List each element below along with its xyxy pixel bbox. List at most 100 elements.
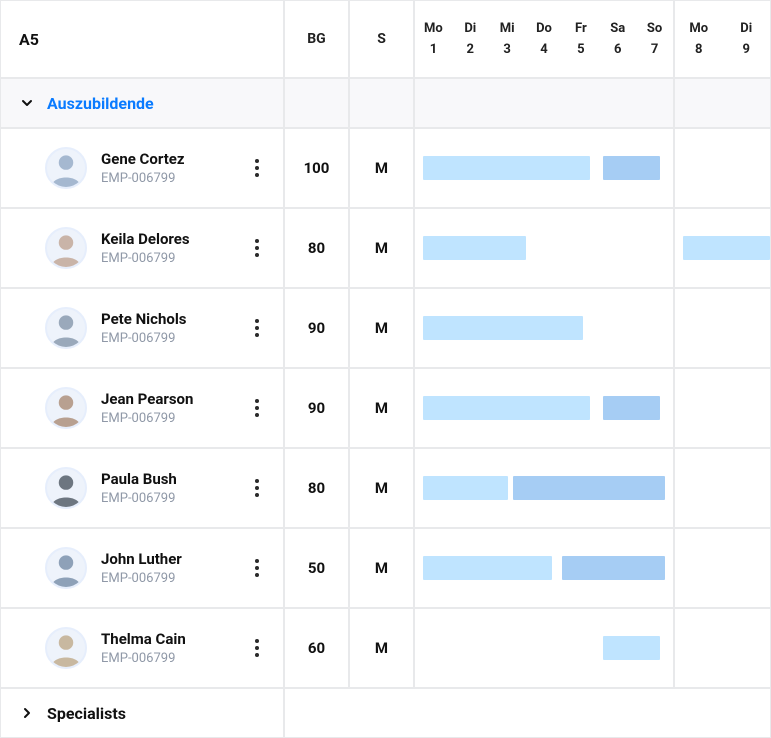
employee-name: Pete Nichols bbox=[101, 310, 231, 328]
group-title: Auszubildende bbox=[47, 94, 154, 113]
schedule-bar[interactable] bbox=[513, 476, 665, 500]
group-spacer bbox=[414, 78, 674, 128]
more-icon[interactable] bbox=[245, 393, 269, 423]
group-header-auszubildende[interactable]: Auszubildende bbox=[0, 78, 284, 128]
timeline-week1[interactable] bbox=[414, 368, 674, 448]
timeline-week1[interactable] bbox=[414, 288, 674, 368]
timeline-week2[interactable] bbox=[674, 448, 771, 528]
header-corner: A5 bbox=[0, 0, 284, 78]
more-icon[interactable] bbox=[245, 313, 269, 343]
group-spacer bbox=[674, 78, 771, 128]
employee-name: Keila Delores bbox=[101, 230, 231, 248]
header-week2: Mo8 Di9 bbox=[674, 0, 771, 78]
employee-cell: John Luther EMP-006799 bbox=[0, 528, 284, 608]
employee-cell: Pete Nichols EMP-006799 bbox=[0, 288, 284, 368]
group-spacer bbox=[284, 78, 349, 128]
employee-id: EMP-006799 bbox=[101, 571, 231, 586]
employee-id: EMP-006799 bbox=[101, 491, 231, 506]
timeline-week1[interactable] bbox=[414, 608, 674, 688]
day-col: Mi3 bbox=[489, 1, 526, 77]
employee-name: Gene Cortez bbox=[101, 150, 231, 168]
more-icon[interactable] bbox=[245, 473, 269, 503]
schedule-bar[interactable] bbox=[603, 156, 660, 180]
timeline-week1[interactable] bbox=[414, 128, 674, 208]
more-icon[interactable] bbox=[245, 233, 269, 263]
bg-cell: 60 bbox=[284, 608, 349, 688]
day-col: Do4 bbox=[526, 1, 563, 77]
day-col: Fr5 bbox=[562, 1, 599, 77]
employee-id: EMP-006799 bbox=[101, 651, 231, 666]
s-cell: M bbox=[349, 368, 414, 448]
page-title: A5 bbox=[19, 30, 39, 49]
schedule-bar[interactable] bbox=[603, 636, 660, 660]
group-spacer bbox=[349, 78, 414, 128]
employee-cell: Keila Delores EMP-006799 bbox=[0, 208, 284, 288]
employee-cell: Thelma Cain EMP-006799 bbox=[0, 608, 284, 688]
group-header-specialists[interactable]: Specialists bbox=[0, 688, 284, 738]
bg-cell: 100 bbox=[284, 128, 349, 208]
timeline-week1[interactable] bbox=[414, 528, 674, 608]
more-icon[interactable] bbox=[245, 153, 269, 183]
employee-cell: Gene Cortez EMP-006799 bbox=[0, 128, 284, 208]
timeline-week1[interactable] bbox=[414, 448, 674, 528]
employee-id: EMP-006799 bbox=[101, 411, 231, 426]
more-icon[interactable] bbox=[245, 553, 269, 583]
timeline-week2[interactable] bbox=[674, 608, 771, 688]
schedule-bar[interactable] bbox=[683, 236, 770, 260]
day-col: Mo8 bbox=[675, 1, 723, 77]
avatar bbox=[45, 147, 87, 189]
avatar bbox=[45, 467, 87, 509]
day-col: Di2 bbox=[452, 1, 489, 77]
bg-cell: 90 bbox=[284, 368, 349, 448]
chevron-down-icon bbox=[21, 97, 33, 109]
timeline-week2[interactable] bbox=[674, 128, 771, 208]
avatar bbox=[45, 387, 87, 429]
employee-name: Jean Pearson bbox=[101, 390, 231, 408]
employee-name: Paula Bush bbox=[101, 470, 231, 488]
schedule-grid: A5 BG S Mo1 Di2 Mi3 Do4 Fr5 Sa6 So7 Mo8 … bbox=[0, 0, 771, 738]
s-cell: M bbox=[349, 208, 414, 288]
employee-name: John Luther bbox=[101, 550, 231, 568]
more-icon[interactable] bbox=[245, 633, 269, 663]
timeline-week2[interactable] bbox=[674, 368, 771, 448]
s-cell: M bbox=[349, 288, 414, 368]
employee-name: Thelma Cain bbox=[101, 630, 231, 648]
schedule-bar[interactable] bbox=[562, 556, 665, 580]
schedule-bar[interactable] bbox=[603, 396, 660, 420]
employee-cell: Paula Bush EMP-006799 bbox=[0, 448, 284, 528]
schedule-bar[interactable] bbox=[423, 236, 526, 260]
day-col: Sa6 bbox=[599, 1, 636, 77]
bg-cell: 50 bbox=[284, 528, 349, 608]
employee-cell: Jean Pearson EMP-006799 bbox=[0, 368, 284, 448]
s-cell: M bbox=[349, 608, 414, 688]
bg-cell: 80 bbox=[284, 448, 349, 528]
schedule-bar[interactable] bbox=[423, 396, 591, 420]
employee-id: EMP-006799 bbox=[101, 251, 231, 266]
header-col-bg: BG bbox=[284, 0, 349, 78]
group-spacer bbox=[284, 688, 771, 738]
timeline-week1[interactable] bbox=[414, 208, 674, 288]
employee-id: EMP-006799 bbox=[101, 331, 231, 346]
day-col: Mo1 bbox=[415, 1, 452, 77]
timeline-week2[interactable] bbox=[674, 288, 771, 368]
schedule-bar[interactable] bbox=[423, 556, 552, 580]
header-col-s: S bbox=[349, 0, 414, 78]
day-col: So7 bbox=[636, 1, 673, 77]
schedule-bar[interactable] bbox=[423, 156, 591, 180]
bg-cell: 80 bbox=[284, 208, 349, 288]
header-week1: Mo1 Di2 Mi3 Do4 Fr5 Sa6 So7 bbox=[414, 0, 674, 78]
schedule-bar[interactable] bbox=[423, 476, 508, 500]
s-cell: M bbox=[349, 448, 414, 528]
avatar bbox=[45, 547, 87, 589]
schedule-bar[interactable] bbox=[423, 316, 583, 340]
timeline-week2[interactable] bbox=[674, 208, 771, 288]
day-col: Di9 bbox=[723, 1, 771, 77]
s-cell: M bbox=[349, 128, 414, 208]
avatar bbox=[45, 627, 87, 669]
employee-id: EMP-006799 bbox=[101, 171, 231, 186]
chevron-right-icon bbox=[21, 707, 33, 719]
avatar bbox=[45, 227, 87, 269]
bg-cell: 90 bbox=[284, 288, 349, 368]
s-cell: M bbox=[349, 528, 414, 608]
timeline-week2[interactable] bbox=[674, 528, 771, 608]
